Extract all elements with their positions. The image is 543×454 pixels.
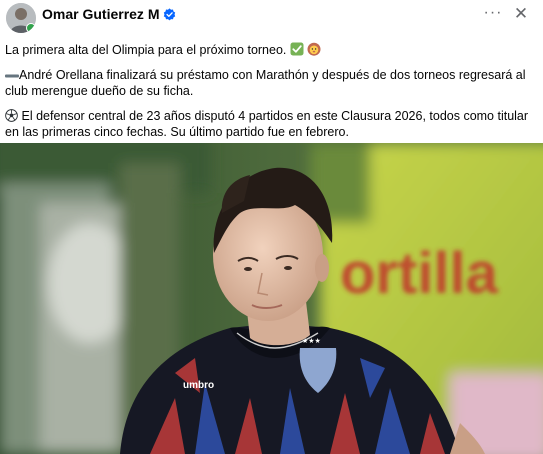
sponsor-board-text: ortilla <box>340 241 499 306</box>
post-paragraph-1: La primera alta del Olimpia para el próx… <box>5 42 535 59</box>
paragraph-2-text: André Orellana finalizará su préstamo co… <box>5 67 526 99</box>
post-header: Omar Gutierrez M ··· ✕ <box>0 0 543 36</box>
shirt-brand-text: umbro <box>183 380 214 391</box>
post-paragraph-3: El defensor central de 23 años disputó 4… <box>5 108 535 141</box>
online-status-dot <box>26 23 36 33</box>
lion-emoji-icon <box>307 42 321 56</box>
soccer-ball-emoji-icon <box>5 108 18 122</box>
paragraph-1-text: La primera alta del Olimpia para el próx… <box>5 43 287 57</box>
verified-badge-icon <box>164 7 176 20</box>
post-paragraph-2: André Orellana finalizará su préstamo co… <box>5 67 535 100</box>
post-photo[interactable]: ortilla ★★★ umbro <box>0 143 543 454</box>
heavy-minus-emoji-icon <box>5 74 19 77</box>
post-text: La primera alta del Olimpia para el próx… <box>5 42 535 149</box>
avatar[interactable] <box>6 3 36 33</box>
check-mark-emoji-icon <box>290 42 304 56</box>
facebook-post: Omar Gutierrez M ··· ✕ La primera alta d… <box>0 0 543 454</box>
player-photo: ortilla ★★★ umbro <box>0 143 543 454</box>
more-options-icon[interactable]: ··· <box>483 5 503 22</box>
author-name[interactable]: Omar Gutierrez M <box>42 6 159 22</box>
close-icon[interactable]: ✕ <box>511 4 531 24</box>
paragraph-3-text: El defensor central de 23 años disputó 4… <box>5 108 529 140</box>
svg-text:★★★: ★★★ <box>302 337 321 345</box>
